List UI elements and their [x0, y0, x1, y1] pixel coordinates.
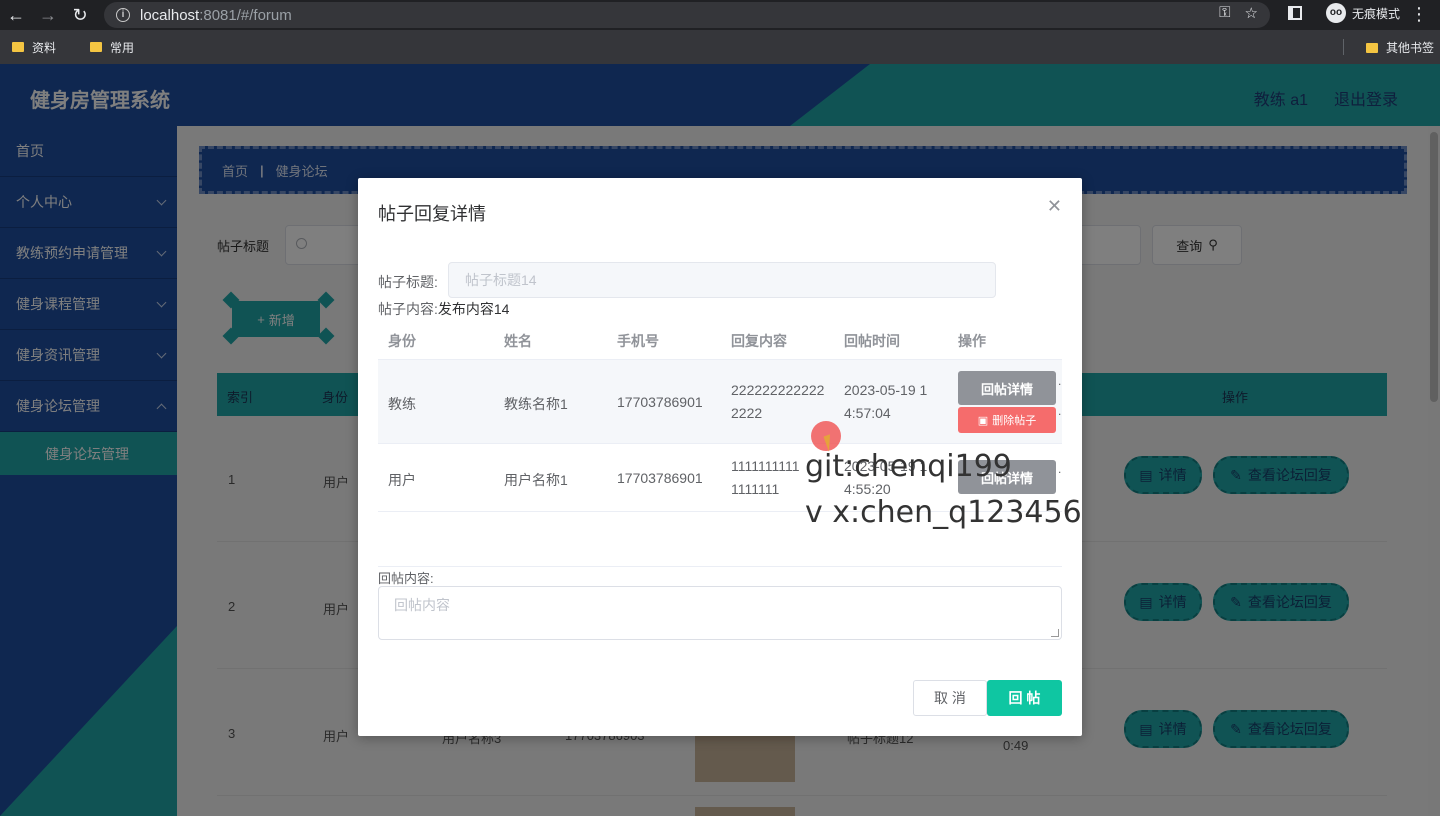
delete-label: 删除帖子	[992, 415, 1037, 427]
column-header: 操作	[958, 333, 986, 349]
reply-time: 2023-05-19 1	[844, 382, 928, 398]
reply-content: 222222222222	[731, 382, 825, 398]
folder-icon	[90, 42, 103, 52]
bookmark-label: 资料	[32, 40, 57, 55]
reply-identity: 用户	[388, 472, 416, 488]
incognito-indicator[interactable]: oo 无痕模式	[1325, 3, 1400, 23]
dialog-title: 帖子回复详情	[378, 204, 486, 224]
watermark-line: v x:chen_q123456	[805, 495, 1082, 530]
bookmark-label: 常用	[110, 40, 135, 55]
resize-handle-icon[interactable]	[1051, 629, 1059, 637]
column-header: 手机号	[617, 333, 659, 349]
delete-post-button[interactable]: ▣ 删除帖子	[958, 407, 1056, 433]
overflow-indicator: .	[1058, 374, 1062, 388]
column-header: 姓名	[504, 333, 532, 349]
column-header: 回帖时间	[844, 333, 900, 349]
post-content-value: 发布内容14	[437, 301, 510, 317]
submit-reply-button[interactable]: 回 帖	[987, 680, 1062, 716]
url-host: localhost	[140, 6, 200, 24]
reply-detail-button[interactable]: 回帖详情	[958, 371, 1056, 405]
reply-identity: 教练	[388, 396, 416, 412]
post-content: 帖子内容:发布内容14	[378, 299, 509, 319]
divider	[1343, 39, 1344, 55]
reply-content-label: 回帖内容:	[378, 571, 434, 586]
reload-icon[interactable]: ↻	[64, 0, 96, 30]
cancel-button[interactable]: 取 消	[913, 680, 987, 716]
reply-content: 2222	[731, 405, 763, 421]
bookmark-folder[interactable]: 常用	[90, 39, 134, 56]
column-header: 回复内容	[731, 333, 787, 349]
forward-icon[interactable]: →	[32, 0, 64, 30]
site-info-icon[interactable]: i	[116, 8, 130, 22]
url-path: :8081/#/forum	[199, 6, 292, 24]
watermark-line: git:chenqi199	[805, 449, 1012, 484]
divider	[378, 566, 1062, 567]
folder-icon	[1365, 42, 1378, 53]
reply-placeholder: 回帖内容	[394, 597, 450, 613]
other-bookmarks[interactable]: 其他书签	[1365, 39, 1434, 56]
reply-row: 教练 教练名称1 17703786901 222222222222 2222 2…	[378, 360, 1062, 444]
bookmark-label: 其他书签	[1385, 41, 1434, 55]
bookmarks-bar: 资料 常用 其他书签	[0, 30, 1440, 64]
trash-icon: ▣	[977, 414, 989, 427]
browser-menu-icon[interactable]: ⋮	[1410, 4, 1428, 25]
column-header: 身份	[388, 333, 416, 349]
reply-name: 用户名称1	[504, 472, 568, 488]
reply-name: 教练名称1	[504, 396, 568, 412]
close-icon[interactable]: ✕	[1047, 196, 1062, 217]
reply-phone: 17703786901	[617, 470, 703, 486]
back-icon[interactable]: ←	[0, 0, 32, 30]
reply-content-textarea[interactable]: 回帖内容	[378, 586, 1062, 640]
reply-time: 4:57:04	[844, 405, 891, 421]
reply-phone: 17703786901	[617, 394, 703, 410]
address-bar[interactable]: i localhost:8081/#/forum	[104, 2, 1270, 28]
reply-content: 1111111111	[731, 458, 800, 474]
sidepanel-icon[interactable]	[1288, 6, 1302, 20]
key-icon[interactable]: ⚿	[1219, 4, 1230, 22]
replies-table-header: 身份 姓名 手机号 回复内容 回帖时间 操作	[378, 320, 1062, 360]
star-icon[interactable]: ☆	[1245, 4, 1258, 22]
post-title-field: 帖子标题14	[448, 262, 996, 298]
post-content-label: 帖子内容:	[378, 301, 438, 317]
overflow-indicator: .	[1058, 404, 1062, 418]
overflow-indicator: .	[1058, 462, 1062, 476]
bookmark-folder[interactable]: 资料	[12, 39, 56, 56]
reply-content: 1111111	[731, 481, 780, 497]
folder-icon	[12, 42, 24, 52]
incognito-label: 无痕模式	[1351, 6, 1400, 21]
incognito-icon: oo	[1325, 3, 1346, 23]
post-title-label: 帖子标题:	[378, 274, 438, 290]
